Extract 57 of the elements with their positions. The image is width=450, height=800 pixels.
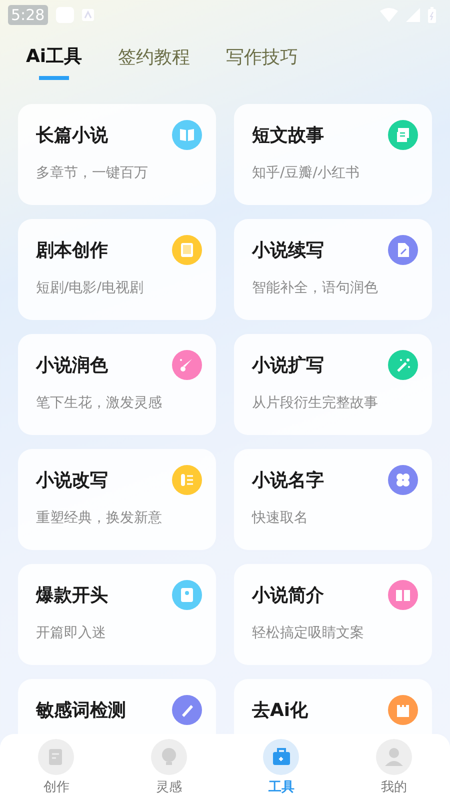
open-book-icon [388,580,418,610]
tool-description: 开篇即入迷 [36,624,107,642]
tool-description: 笔下生花，激发灵感 [36,394,163,412]
tool-card[interactable]: 去Ai化 [234,679,432,734]
nav-item[interactable]: 灵感 [136,738,201,796]
castle-icon [388,695,418,725]
tool-card[interactable]: 小说简介 轻松搞定吸睛文案 [234,564,432,665]
tool-card[interactable]: 长篇小说 多章节，一键百万 [18,104,216,205]
tool-title: 爆款开头 [36,584,108,607]
tablet-icon [172,235,202,265]
tool-description: 短剧/电影/电视剧 [36,279,144,297]
nav-item[interactable]: 创作 [24,738,88,796]
tool-description: 重塑经典，换发新意 [36,509,163,527]
brush-icon [172,350,202,380]
tool-card[interactable]: 剧本创作 短剧/电影/电视剧 [18,219,216,320]
tool-card[interactable]: 小说润色 笔下生花，激发灵感 [18,334,216,435]
tool-card[interactable]: 小说续写 智能补全，语句润色 [234,219,432,320]
tool-title: 小说续写 [252,239,324,262]
tool-card[interactable]: 小说改写 重塑经典，换发新意 [18,449,216,550]
clover-icon [388,465,418,495]
tool-description: 多章节，一键百万 [36,164,149,182]
tool-card[interactable]: 小说名字 快速取名 [234,449,432,550]
battery-icon [428,7,436,23]
tool-title: 短文故事 [252,124,324,147]
tool-title: 小说简介 [252,584,324,607]
status-time: 5:28 [8,5,48,25]
tool-description: 轻松搞定吸睛文案 [252,624,365,642]
person-icon [376,738,412,774]
tool-title: 小说润色 [36,354,108,377]
tool-title: 去Ai化 [252,699,308,722]
tool-description: 智能补全，语句润色 [252,279,379,297]
tool-card[interactable]: 短文故事 知乎/豆瓣/小红书 [234,104,432,205]
tool-description: 快速取名 [252,509,309,527]
lightbulb-icon [150,738,187,774]
pen-icon [172,695,202,725]
edit-icon [38,738,74,774]
list-icon [172,465,202,495]
tool-card[interactable]: 爆款开头 开篇即入迷 [18,564,216,665]
tool-card[interactable]: 敏感词检测 [18,679,216,734]
tool-description: 知乎/豆瓣/小红书 [252,164,360,182]
tab[interactable]: 写作技巧 [226,44,298,84]
file-pen-icon [388,235,418,265]
tab[interactable]: 签约教程 [118,44,190,84]
tool-title: 小说名字 [252,469,324,492]
scroll-icon [388,120,418,150]
toolbox-icon [263,738,300,774]
nav-item[interactable]: 我的 [362,738,426,796]
book-icon [172,580,202,610]
tool-title: 长篇小说 [36,124,108,147]
tool-title: 小说扩写 [252,354,324,377]
book-icon [172,120,202,150]
tool-card[interactable]: 小说扩写 从片段衍生完整故事 [234,334,432,435]
tool-description: 从片段衍生完整故事 [252,394,379,412]
tool-title: 剧本创作 [36,239,108,262]
tool-title: 小说改写 [36,469,108,492]
magic-wand-icon [388,350,418,380]
tool-title: 敏感词检测 [36,699,126,722]
